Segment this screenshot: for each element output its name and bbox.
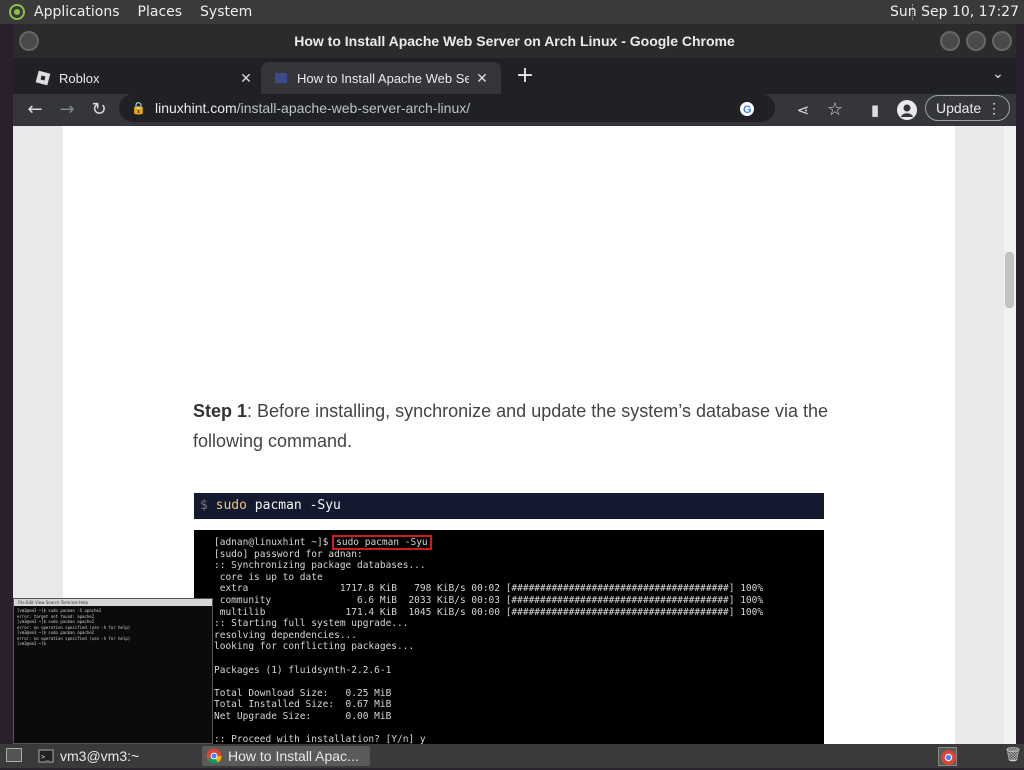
terminal-output-line: community 6.6 MiB 2033 KiB/s 00:03 [####… (214, 594, 764, 606)
forward-icon[interactable]: → (55, 98, 79, 122)
menu-dots-icon[interactable]: ⋮ (987, 96, 1001, 120)
terminal-window-preview[interactable]: File Edit View Search Terminal Help [vm3… (13, 598, 213, 744)
chrome-icon (206, 748, 222, 764)
terminal-output-line: Net Upgrade Size: 0.00 MiB (214, 710, 392, 722)
tab-apache[interactable]: How to Install Apache Web Se ✕ (261, 62, 501, 94)
terminal-output-line: :: Proceed with installation? [Y/n] y (214, 734, 426, 744)
terminal-output-line: multilib 171.4 KiB 1045 KiB/s 00:00 [###… (214, 606, 764, 618)
distro-logo-icon[interactable] (6, 1, 28, 23)
svg-text:G: G (743, 104, 752, 116)
system-menu[interactable]: System (200, 4, 252, 20)
task-label: vm3@vm3:~ (60, 748, 140, 764)
step-text: : Before installing, synchronize and upd… (193, 401, 829, 451)
window-titlebar[interactable]: How to Install Apache Web Server on Arch… (13, 24, 1016, 58)
terminal-output-line: Total Download Size: 0.25 MiB (214, 687, 392, 699)
desktop-background-right (1016, 24, 1024, 744)
desktop-background-left (0, 24, 13, 744)
taskbar-trash-icon[interactable]: 🗑 (1004, 746, 1022, 763)
google-lens-icon[interactable]: G (739, 94, 755, 122)
step-label: Step 1 (193, 401, 248, 421)
applications-menu[interactable]: Applications (34, 4, 120, 20)
window-menu-icon[interactable] (19, 31, 39, 51)
places-menu[interactable]: Places (138, 4, 183, 20)
tab-search-chevron-icon[interactable]: ⌄ (988, 66, 1008, 86)
top-panel: Applications Places System Sun Sep 10, 1… (0, 0, 1024, 24)
terminal-prompt-line: [adnan@linuxhint ~]$ sudo pacman -Syu (214, 535, 824, 550)
roblox-favicon-icon (35, 70, 51, 86)
terminal-output-line: :: Synchronizing package databases... (214, 560, 426, 572)
side-panel-icon[interactable]: ▮ (863, 98, 887, 122)
terminal-icon: >_ (38, 748, 54, 764)
taskbar: >_ vm3@vm3:~ How to Install Apac... 🗑 (0, 744, 1024, 768)
update-label: Update (936, 100, 982, 116)
scrollbar-track[interactable] (1004, 126, 1016, 744)
terminal-screenshot: [adnan@linuxhint ~]$ sudo pacman -Syu [su… (194, 530, 824, 744)
terminal-output-line: :: Starting full system upgrade... (214, 618, 409, 630)
update-button[interactable]: Update ⋮ (925, 95, 1010, 121)
tab-title: Roblox (59, 70, 100, 86)
step-paragraph: Step 1: Before installing, synchronize a… (193, 396, 833, 456)
url-path: /install-apache-web-server-arch-linux/ (236, 100, 471, 116)
terminal-output-line: Total Installed Size: 0.67 MiB (214, 699, 392, 711)
linuxhint-favicon-icon (273, 70, 289, 86)
terminal-menubar: File Edit View Search Terminal Help (14, 599, 212, 606)
show-desktop-icon[interactable] (6, 748, 22, 762)
address-bar[interactable]: 🔒 linuxhint.com/install-apache-web-serve… (119, 94, 775, 122)
taskbar-chrome[interactable]: How to Install Apac... (202, 746, 370, 766)
task-label: How to Install Apac... (228, 748, 359, 764)
terminal-preview-line: [vm3@vm3 ~]$ (17, 641, 49, 646)
terminal-output-line: Packages (1) fluidsynth-2.2.6-1 (214, 664, 392, 676)
workspace-chrome-icon[interactable] (938, 747, 957, 766)
url-domain: linuxhint.com (155, 100, 237, 116)
bookmark-star-icon[interactable]: ☆ (823, 98, 847, 122)
back-icon[interactable]: ← (23, 98, 47, 122)
terminal-preview-output: [vm3@vm3 ~]$ sudo pacman -S apache2 error… (14, 606, 212, 649)
scrollbar-thumb[interactable] (1005, 252, 1014, 308)
share-icon[interactable]: ⋖ (791, 98, 815, 122)
terminal-output: [sudo] password for adnan::: Synchronizi… (214, 549, 824, 744)
minimize-icon[interactable] (940, 31, 960, 51)
terminal-output-line: looking for conflicting packages... (214, 641, 415, 653)
close-tab-icon[interactable]: ✕ (473, 69, 491, 87)
tab-title: How to Install Apache Web Se (297, 70, 469, 86)
reload-icon[interactable]: ↻ (87, 98, 111, 122)
command-rest: pacman -Syu (246, 498, 341, 513)
close-tab-icon[interactable]: ✕ (237, 69, 255, 87)
terminal-output-line: resolving dependencies... (214, 629, 357, 641)
taskbar-terminal[interactable]: >_ vm3@vm3:~ (34, 746, 194, 766)
command-code-block[interactable]: $ sudo pacman -Syu (194, 493, 824, 519)
svg-text:>_: >_ (41, 753, 50, 761)
terminal-output-line: extra 1717.8 KiB 798 KiB/s 00:02 [######… (214, 583, 764, 595)
tab-bar: Roblox ✕ How to Install Apache Web Se ✕ … (13, 58, 1016, 94)
command-prompt: $ (200, 498, 208, 513)
terminal-output-line: core is up to date (214, 571, 323, 583)
profile-avatar-icon[interactable] (895, 98, 919, 122)
terminal-prompt: [adnan@linuxhint ~]$ (214, 537, 329, 548)
highlighted-command: sudo pacman -Syu (332, 535, 432, 550)
command-sudo: sudo (215, 498, 247, 513)
terminal-output-line: [sudo] password for adnan: (214, 548, 363, 560)
window-title: How to Install Apache Web Server on Arch… (294, 33, 735, 49)
close-window-icon[interactable] (992, 31, 1012, 51)
browser-toolbar: ← → ↻ 🔒 linuxhint.com/install-apache-web… (13, 94, 1016, 126)
maximize-icon[interactable] (966, 31, 986, 51)
new-tab-icon[interactable]: + (513, 64, 537, 88)
clock[interactable]: Sun Sep 10, 17:27 (890, 4, 1019, 20)
lock-icon[interactable]: 🔒 (131, 94, 146, 122)
tab-roblox[interactable]: Roblox ✕ (25, 62, 265, 94)
